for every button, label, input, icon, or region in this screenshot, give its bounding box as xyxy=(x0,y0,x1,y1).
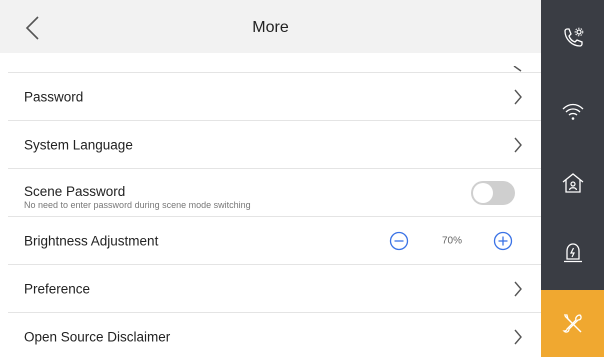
sidebar-item-home[interactable] xyxy=(541,153,604,215)
chevron-right-icon xyxy=(514,329,522,344)
brightness-decrease-button[interactable] xyxy=(389,231,409,251)
list-item-brightness: Brightness Adjustment 70% xyxy=(8,217,541,265)
chevron-right-icon xyxy=(514,137,522,152)
toggle-knob xyxy=(473,183,493,203)
sidebar-item-alarm[interactable] xyxy=(541,222,604,284)
tools-icon xyxy=(562,314,582,333)
plus-circle-icon xyxy=(493,231,513,251)
list-item-password[interactable]: Password xyxy=(8,73,541,121)
sidebar xyxy=(541,0,604,357)
settings-list: Password System Language Scene Password … xyxy=(0,53,541,357)
page-title: More xyxy=(252,19,289,36)
home-icon xyxy=(562,173,584,193)
list-item-open-source[interactable]: Open Source Disclaimer xyxy=(8,313,541,357)
phone-settings-icon xyxy=(564,27,584,47)
list-item-scene-password: Scene Password No need to enter password… xyxy=(8,169,541,217)
list-item-system-language[interactable]: System Language xyxy=(8,121,541,169)
list-item-partial[interactable] xyxy=(8,53,541,73)
header-bar: More xyxy=(0,0,541,53)
brightness-value: 70% xyxy=(441,235,462,246)
list-item-preference[interactable]: Preference xyxy=(8,265,541,313)
chevron-right-icon xyxy=(514,89,522,104)
scene-password-toggle[interactable] xyxy=(471,181,515,205)
brightness-label: Brightness Adjustment xyxy=(24,233,159,248)
alarm-icon xyxy=(564,243,582,263)
scene-password-description: No need to enter password during scene m… xyxy=(24,200,251,210)
open-source-label: Open Source Disclaimer xyxy=(24,329,171,344)
chevron-right-icon xyxy=(514,281,522,296)
main-panel: More Password System Language Scene Pass… xyxy=(0,0,541,357)
sidebar-item-network[interactable] xyxy=(541,82,604,144)
chevron-right-icon xyxy=(513,66,522,72)
brightness-increase-button[interactable] xyxy=(493,231,513,251)
wifi-icon xyxy=(562,103,584,120)
scene-password-label: Scene Password xyxy=(24,184,126,199)
sidebar-item-tools[interactable] xyxy=(541,290,604,357)
preference-label: Preference xyxy=(24,281,91,296)
sidebar-item-call-settings[interactable] xyxy=(541,8,604,70)
minus-circle-icon xyxy=(389,231,409,251)
system-language-label: System Language xyxy=(24,137,133,152)
password-label: Password xyxy=(24,89,84,104)
